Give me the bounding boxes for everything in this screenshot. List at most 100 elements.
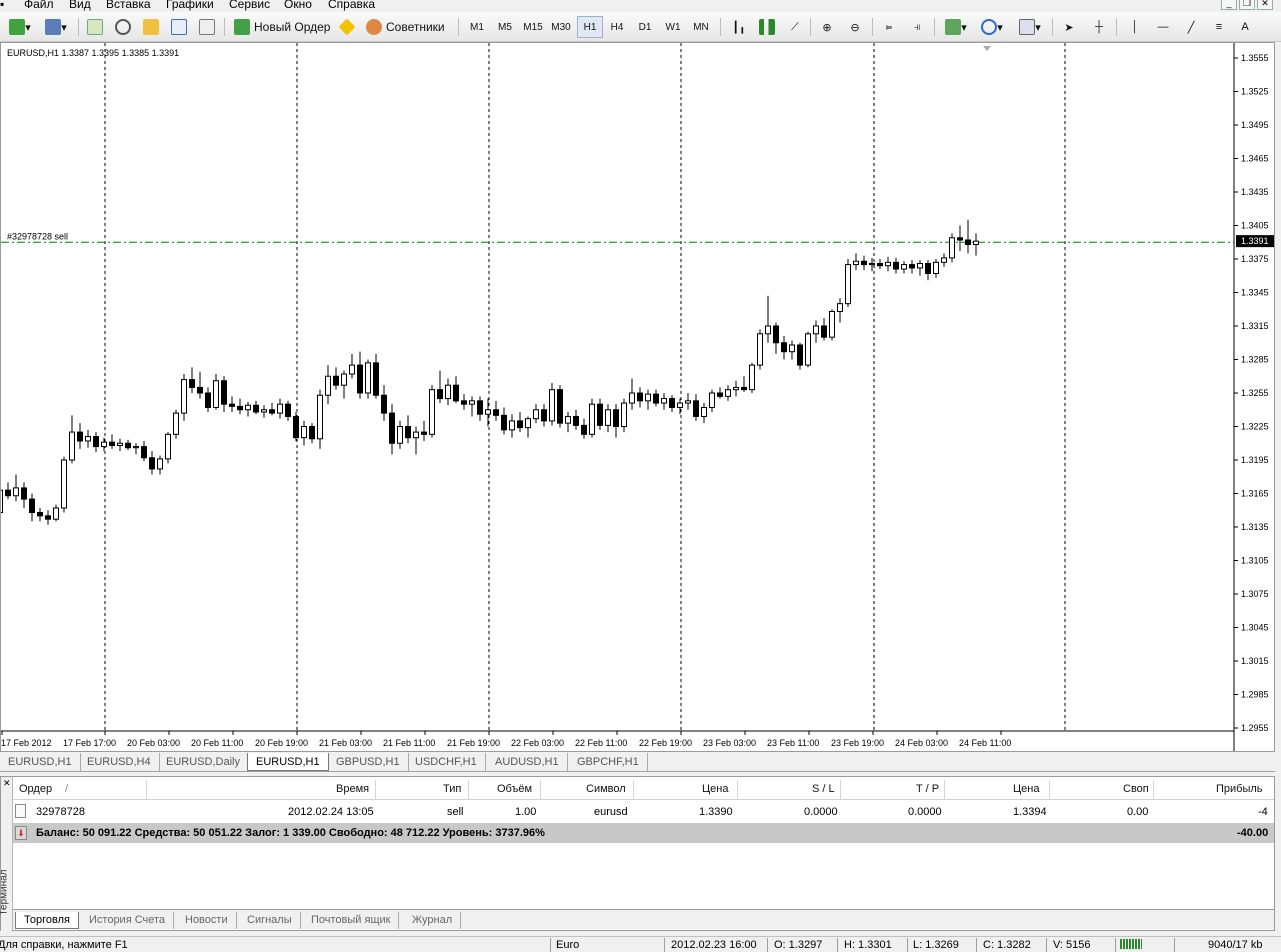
candle (893, 257, 899, 274)
minimize-icon[interactable]: _ (1221, 0, 1237, 10)
chart-tab-eurusd-h1[interactable]: EURUSD,H1 (0, 753, 81, 771)
candlestick-icon[interactable] (756, 16, 778, 38)
templates-icon[interactable]: ▾ (1014, 16, 1046, 38)
profiles-icon[interactable]: ▾ (40, 16, 72, 38)
menu-view[interactable]: Вид (69, 0, 91, 11)
tab-mailbox[interactable]: Почтовый ящик (303, 912, 400, 929)
candle (461, 394, 467, 410)
price-chart[interactable]: 1.3555 1.3525 1.3495 1.3465 1.3435 1.3405 1.33… (1, 43, 1274, 751)
candle (797, 342, 803, 370)
chart-tab-eurusd-h1-active[interactable]: EURUSD,H1 (247, 753, 329, 771)
channel-icon[interactable]: ≡ (1208, 16, 1230, 38)
menu-help[interactable]: Справка (328, 0, 375, 11)
favorites-icon[interactable] (140, 16, 162, 38)
candle (381, 385, 387, 421)
tab-account-history[interactable]: История Счета (81, 912, 175, 929)
candle (29, 493, 35, 522)
timeframe-m30[interactable]: M30 (548, 16, 574, 38)
market-watch-icon[interactable] (84, 16, 106, 38)
candle (133, 443, 139, 455)
col-tp[interactable]: T / P (916, 783, 939, 795)
connection-icon[interactable] (1120, 939, 1142, 949)
col-time[interactable]: Время (336, 783, 369, 795)
tab-journal[interactable]: Журнал (404, 912, 462, 929)
timeframe-h1[interactable]: H1 (577, 16, 603, 38)
candle (925, 260, 931, 281)
col-profit[interactable]: Прибыль (1216, 783, 1263, 795)
timeframe-h4[interactable]: H4 (604, 16, 630, 38)
candle (149, 451, 155, 475)
menu-tools[interactable]: Сервис (229, 0, 270, 11)
candle (573, 409, 579, 430)
menu-file[interactable]: Файл (24, 0, 54, 11)
candle (517, 411, 523, 433)
col-current-price[interactable]: Цена (1013, 783, 1039, 795)
trendline-icon[interactable]: ╱ (1180, 16, 1202, 38)
alert-icon[interactable] (336, 16, 358, 38)
vertical-line-icon[interactable]: │ (1124, 16, 1146, 38)
cursor-icon[interactable]: ➤ (1058, 16, 1080, 38)
close-icon[interactable]: ✕ (1257, 0, 1273, 10)
y-tick-label: 1.3435 (1241, 187, 1269, 197)
app-icon[interactable]: ▪ (0, 0, 4, 11)
menu-insert[interactable]: Вставка (106, 0, 151, 11)
chart-tab-gbpchf-h1[interactable]: GBPCHF,H1 (569, 753, 648, 771)
chart-tab-gbpusd-h1[interactable]: GBPUSD,H1 (328, 753, 409, 771)
chart-tab-eurusd-daily[interactable]: EURUSD,Daily (158, 753, 249, 771)
chart-tab-usdchf-h1[interactable]: USDCHF,H1 (407, 753, 486, 771)
candle (581, 418, 587, 439)
tab-news[interactable]: Новости (177, 912, 237, 929)
timeframe-m5[interactable]: M5 (492, 16, 518, 38)
col-type[interactable]: Тип (443, 783, 461, 795)
periods-icon[interactable]: ▾ (976, 16, 1008, 38)
chart-shift-icon[interactable]: ⫣ (906, 16, 928, 38)
tab-signals[interactable]: Сигналы (239, 912, 301, 929)
col-swap[interactable]: Своп (1123, 783, 1149, 795)
tab-trade[interactable]: Торговля (15, 912, 79, 929)
chart-tab-eurusd-h4[interactable]: EURUSD,H4 (79, 753, 160, 771)
shift-marker-icon[interactable] (983, 46, 991, 51)
timeframe-mn[interactable]: MN (688, 16, 714, 38)
col-sl[interactable]: S / L (812, 783, 835, 795)
menu-charts[interactable]: Графики (166, 0, 214, 11)
candle (85, 429, 91, 448)
chart-window[interactable]: 1.3555 1.3525 1.3495 1.3465 1.3435 1.3405 1.33… (0, 42, 1275, 752)
candle (781, 336, 787, 360)
new-order-button[interactable]: Новый Ордер (230, 16, 334, 38)
timeframe-d1[interactable]: D1 (632, 16, 658, 38)
col-volume[interactable]: Объём (497, 783, 532, 795)
zoom-in-icon[interactable]: ⊕ (816, 16, 838, 38)
candle (885, 256, 891, 272)
col-order[interactable]: Ордер (19, 783, 52, 795)
horizontal-line-icon[interactable]: — (1152, 16, 1174, 38)
candle (493, 400, 499, 421)
candle (389, 404, 395, 455)
navigator-icon[interactable] (112, 16, 134, 38)
line-chart-icon[interactable]: ⟋ (784, 16, 806, 38)
new-chart-icon[interactable]: ▾ (4, 16, 36, 38)
chart-tab-audusd-h1[interactable]: AUDUSD,H1 (487, 753, 568, 771)
auto-scroll-icon[interactable]: ⫢ (878, 16, 900, 38)
timeframe-w1[interactable]: W1 (660, 16, 686, 38)
order-row[interactable]: 32978728 2012.02.24 13:05 sell 1.00 euru… (13, 802, 1274, 822)
candle (941, 253, 947, 267)
col-symbol[interactable]: Символ (586, 783, 626, 795)
bar-chart-icon[interactable]: ┃╻ (728, 16, 750, 38)
x-tick-label: 22 Feb 11:00 (575, 738, 627, 748)
indicators-icon[interactable]: ▾ (940, 16, 972, 38)
candle (197, 371, 203, 399)
col-price[interactable]: Цена (702, 783, 728, 795)
candle (669, 395, 675, 412)
zoom-out-icon[interactable]: ⊖ (844, 16, 866, 38)
text-tool-icon[interactable]: A (1234, 16, 1256, 38)
tester-icon[interactable] (196, 16, 218, 38)
experts-button[interactable]: Советники (362, 16, 449, 38)
close-terminal-icon[interactable]: ✕ (3, 778, 11, 789)
current-price: 1.3391 (1241, 236, 1269, 246)
timeframe-m1[interactable]: M1 (464, 16, 490, 38)
terminal-icon[interactable] (168, 16, 190, 38)
restore-icon[interactable]: ❐ (1239, 0, 1255, 10)
menu-window[interactable]: Окно (284, 0, 312, 11)
timeframe-m15[interactable]: M15 (520, 16, 546, 38)
crosshair-icon[interactable]: ┼ (1088, 16, 1110, 38)
